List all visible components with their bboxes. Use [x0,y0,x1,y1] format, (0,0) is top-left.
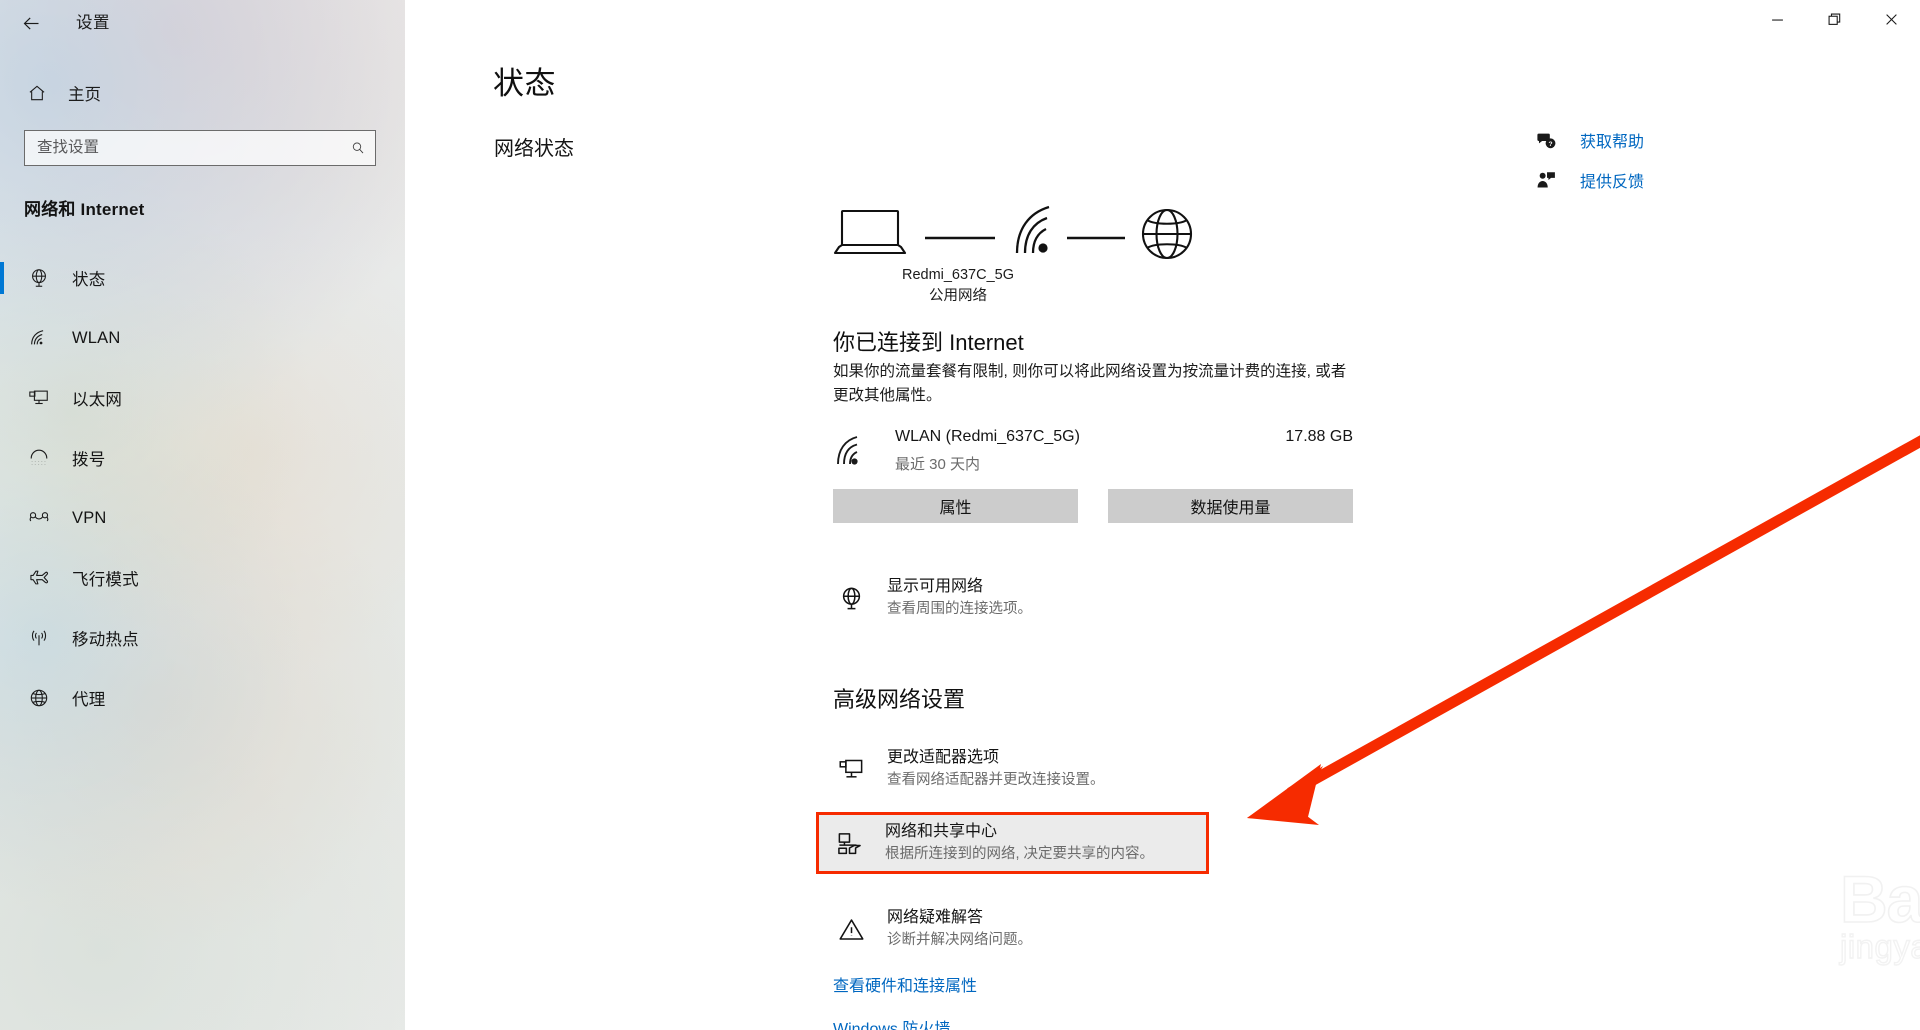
section-heading-network-status: 网络状态 [494,138,574,160]
network-name: Redmi_637C_5G [901,267,1015,283]
sidebar-item-dialup[interactable]: 拨号 [0,428,405,488]
sidebar-item-mobile-hotspot[interactable]: 移动热点 [0,608,405,668]
item-title: 网络和共享中心 [885,823,998,840]
close-button[interactable] [1863,0,1920,38]
connection-status-heading: 你已连接到 Internet [833,330,1024,355]
feedback-person-icon [1536,170,1566,191]
watermark-url: jingyan.baidu.com [1839,927,1920,965]
settings-window: 主页 网络和 Internet [0,0,1920,1030]
sidebar-item-proxy[interactable]: 代理 [0,668,405,728]
dialup-icon [16,447,62,469]
page-title: 状态 [493,66,556,101]
sidebar-item-wlan[interactable]: WLAN [0,308,405,368]
connection-status-description: 如果你的流量套餐有限制, 则你可以将此网络设置为按流量计费的连接, 或者更改其他… [833,363,1347,404]
globe-icon [1141,208,1193,260]
monitor-icon [833,751,869,787]
sidebar-home-label: 主页 [68,86,101,104]
network-troubleshooter-row[interactable]: 网络疑难解答 诊断并解决网络问题。 [821,898,1213,960]
search-input[interactable] [25,139,341,157]
show-available-networks-row[interactable]: 显示可用网络 查看周围的连接选项。 [821,567,1213,629]
watermark-brand: Baidu 经验 [1839,861,1920,937]
sidebar-item-status[interactable]: 状态 [0,248,405,308]
item-subtitle: 查看周围的连接选项。 [887,601,1032,617]
globe-network-icon [833,580,869,616]
sidebar-item-label: 飞行模式 [72,571,139,589]
wifi-icon [1015,205,1050,254]
search-icon[interactable] [341,140,375,156]
get-help-label: 获取帮助 [1580,134,1645,151]
sidebar: 主页 网络和 Internet [0,0,405,1030]
svg-text:?: ? [1548,141,1552,148]
data-usage-button[interactable]: 数据使用量 [1108,489,1353,523]
sidebar-item-home[interactable]: 主页 [0,72,405,114]
section-heading-advanced: 高级网络设置 [833,687,966,712]
network-and-sharing-center-row[interactable]: 网络和共享中心 根据所连接到的网络, 决定要共享的内容。 [816,812,1209,874]
share-folder-icon [831,825,867,861]
view-hardware-properties-link[interactable]: 查看硬件和连接属性 [833,972,977,996]
sidebar-item-vpn[interactable]: VPN [0,488,405,548]
ethernet-icon [16,387,62,409]
item-subtitle: 根据所连接到的网络, 决定要共享的内容。 [885,846,1155,862]
airplane-icon [16,567,62,589]
network-type: 公用网络 [929,288,987,304]
get-help-link[interactable]: ? 获取帮助 [1536,120,1736,160]
sidebar-item-label: 移动热点 [72,631,139,649]
sidebar-category-title: 网络和 Internet [24,200,145,219]
item-title: 网络疑难解答 [887,909,984,926]
hotspot-icon [16,627,62,649]
adapter-name: WLAN (Redmi_637C_5G) [895,428,1080,445]
adapter-data-usage: 17.88 GB [1285,428,1353,445]
window-controls [1749,0,1920,38]
item-title: 更改适配器选项 [887,749,1000,766]
sidebar-item-label: VPN [72,508,107,527]
sidebar-item-label: 拨号 [72,451,106,469]
maximize-button[interactable] [1806,0,1863,38]
item-subtitle: 诊断并解决网络问题。 [887,932,1032,948]
baidu-watermark: Baidu 经验 jingyan.baidu.com [1810,818,1920,998]
selection-indicator [0,262,4,294]
laptop-icon [833,209,907,255]
help-question-icon: ? [1536,130,1566,151]
back-button[interactable] [8,2,54,44]
sidebar-item-airplane-mode[interactable]: 飞行模式 [0,548,405,608]
give-feedback-label: 提供反馈 [1580,174,1645,191]
sidebar-item-label: 以太网 [72,391,123,409]
vpn-icon [16,507,62,529]
give-feedback-link[interactable]: 提供反馈 [1536,160,1736,200]
item-subtitle: 查看网络适配器并更改连接设置。 [887,772,1105,788]
sidebar-nav-list: 状态 WLAN 以太网 拨号 VPN 飞行模式 移动热点 代理 [0,248,405,728]
change-adapter-options-row[interactable]: 更改适配器选项 查看网络适配器并更改连接设置。 [821,738,1213,800]
warning-triangle-icon [833,911,869,947]
proxy-globe-icon [16,687,62,709]
sidebar-item-label: WLAN [72,328,121,347]
sidebar-item-ethernet[interactable]: 以太网 [0,368,405,428]
search-box[interactable] [24,130,376,166]
annotation-arrow [1247,435,1920,825]
minimize-button[interactable] [1749,0,1806,38]
wifi-icon [833,433,871,471]
help-links: ? 获取帮助 提供反馈 [1536,120,1736,200]
properties-button[interactable]: 属性 [833,489,1078,523]
globe-status-icon [16,267,62,289]
windows-firewall-link[interactable]: Windows 防火墙 [833,1015,950,1030]
item-title: 显示可用网络 [887,578,984,595]
network-diagram [833,203,1193,261]
adapter-period: 最近 30 天内 [895,456,981,473]
wifi-icon [16,327,62,349]
main-content: 状态 网络状态 ? 获取帮助 提供反馈 Redmi_637C_5G 公用网络 你… [405,0,1920,1030]
sidebar-item-label: 代理 [72,691,106,709]
active-adapter-row: WLAN (Redmi_637C_5G) 最近 30 天内 17.88 GB [833,425,1353,477]
sidebar-item-label: 状态 [72,271,106,289]
adapter-buttons: 属性 数据使用量 [833,489,1353,523]
home-icon [14,83,60,103]
